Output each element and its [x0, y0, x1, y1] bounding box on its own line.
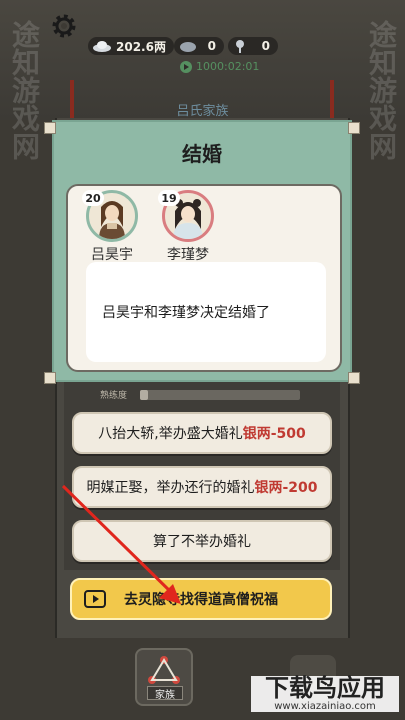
pointer-arrow — [61, 484, 181, 604]
silver-value: 202.6两 — [116, 39, 166, 54]
option-cost: 银两-200 — [254, 480, 318, 496]
groom-card[interactable]: 20 吕昊宇 — [82, 190, 142, 264]
resource-counter-3: 0 — [228, 37, 278, 55]
skill-label: 熟练度 — [100, 391, 128, 401]
scroll-cap — [44, 372, 56, 384]
token-icon — [180, 42, 196, 52]
gear-icon[interactable] — [50, 12, 78, 40]
watermark-url: www.xiazainiao.com — [274, 701, 376, 712]
key-icon — [236, 40, 244, 53]
family-nav-button[interactable]: 家族 — [135, 648, 193, 706]
family-nav-label: 家族 — [147, 686, 183, 701]
watermark-side-text: 途知游戏网 — [8, 20, 41, 160]
option-text: 八抬大轿,举办盛大婚礼 — [98, 426, 243, 442]
clan-title: 吕氏家族 — [176, 104, 229, 119]
scroll-cap — [348, 122, 360, 134]
silver-counter: 202.6两 — [88, 37, 174, 55]
play-icon — [180, 60, 192, 73]
family-tree-icon — [148, 656, 180, 684]
resource-3-value: 0 — [261, 39, 270, 53]
option-cost: 银两-500 — [242, 426, 306, 442]
skill-bar-fill — [140, 390, 148, 400]
scroll-cap — [348, 372, 360, 384]
dialog-message: 吕昊宇和李瑾梦决定结婚了 — [86, 262, 326, 362]
option-grand-wedding[interactable]: 八抬大轿,举办盛大婚礼 银两-500 — [72, 412, 332, 454]
scroll-cap — [44, 122, 56, 134]
resource-2-value: 0 — [207, 39, 216, 53]
timer-value: 1000:02:01 — [196, 60, 260, 73]
timer: 1000:02:01 — [180, 60, 259, 73]
watermark-main: 下载鸟应用 — [265, 674, 385, 702]
watermark-badge: 下载鸟应用 www.xiazainiao.com — [251, 676, 399, 712]
watermark-side-text: 途知游戏网 — [365, 20, 398, 160]
dialog-content: 20 吕昊宇 19 李瑾梦 吕昊宇和李瑾梦决定结婚了 — [66, 184, 342, 372]
groom-age: 20 — [82, 190, 104, 206]
bride-name: 李瑾梦 — [167, 247, 209, 263]
groom-name: 吕昊宇 — [91, 247, 133, 263]
marriage-dialog: 结婚 20 吕昊宇 19 李瑾梦 吕昊宇和李瑾梦决定结婚了 — [52, 120, 352, 382]
bride-age: 19 — [158, 190, 180, 206]
silver-ingot-icon — [93, 41, 111, 52]
dialog-title: 结婚 — [182, 142, 222, 166]
bride-card[interactable]: 19 李瑾梦 — [158, 190, 218, 264]
skill-bar — [140, 390, 300, 400]
resource-counter-2: 0 — [174, 37, 224, 55]
